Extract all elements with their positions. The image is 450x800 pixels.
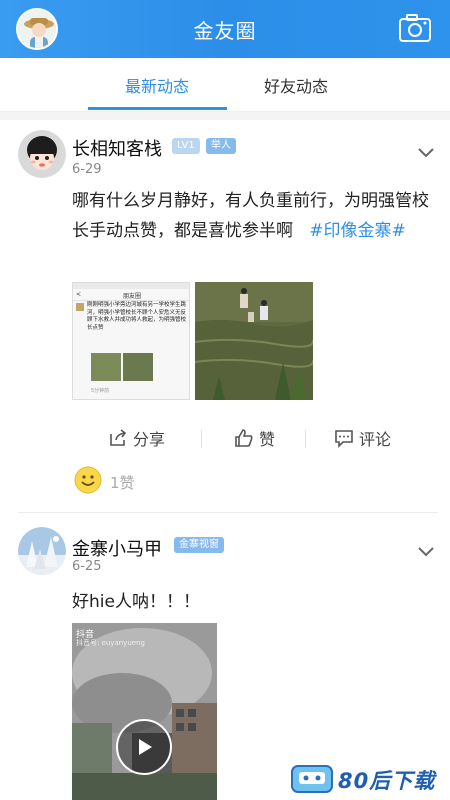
like-button[interactable]: 赞 xyxy=(234,420,275,456)
share-label: 分享 xyxy=(133,430,166,449)
smile-emoji-icon xyxy=(74,466,102,494)
screenshot-header: 朋友圈 xyxy=(122,293,141,300)
title-badge: 金寨视窗 xyxy=(174,537,224,553)
chevron-down-icon[interactable] xyxy=(416,144,436,158)
comment-label: 评论 xyxy=(359,430,392,449)
active-tab-indicator xyxy=(88,107,227,110)
user-avatar[interactable] xyxy=(16,8,58,50)
tiktok-account: 抖音号: ouyanyueng xyxy=(76,639,145,647)
post-author-name[interactable]: 长相知客栈 xyxy=(72,135,162,161)
chevron-down-icon[interactable] xyxy=(416,543,436,557)
play-icon[interactable] xyxy=(116,719,172,775)
tab-bar: 最新动态 好友动态 xyxy=(0,58,450,112)
likes-row: 1赞 xyxy=(0,462,450,502)
camera-icon[interactable] xyxy=(398,12,432,44)
like-label: 赞 xyxy=(259,430,276,449)
share-icon xyxy=(110,429,127,446)
back-icon: < xyxy=(76,291,82,298)
post-body: 哪有什么岁月静好，有人负重前行，为明强管校长手动点赞，都是喜忧参半啊 #印像金寨… xyxy=(72,186,434,246)
app-title: 金友圈 xyxy=(193,18,257,43)
thumbs-up-icon xyxy=(235,429,253,447)
post-author-avatar[interactable] xyxy=(18,527,66,575)
tab-latest[interactable]: 最新动态 xyxy=(87,58,227,112)
likes-count[interactable]: 1赞 xyxy=(110,472,135,493)
divider xyxy=(305,430,306,448)
watermark-text: 80后下载 xyxy=(338,769,436,793)
title-badge: 举人 xyxy=(206,138,236,154)
screenshot-footer: 5分钟前 xyxy=(91,388,110,394)
post-text: 好hie人呐！！！ xyxy=(72,592,200,612)
post-actions: 分享 赞 评论 xyxy=(0,420,450,456)
level-badge: LV1 xyxy=(172,138,200,154)
post-date: 6-25 xyxy=(72,559,102,574)
screenshot-content: 刚刚明强小学旁边河城有另一学校学生跳河，明强小学管校长不顾个人安危义无反顾下水救… xyxy=(87,302,187,331)
post-author-avatar[interactable] xyxy=(18,130,66,178)
divider xyxy=(201,430,202,448)
post-hashtag[interactable]: #印像金寨# xyxy=(309,221,406,241)
post-date: 6-29 xyxy=(72,162,102,177)
tab-friends[interactable]: 好友动态 xyxy=(226,58,366,112)
comment-button[interactable]: 评论 xyxy=(334,420,391,456)
flood-photo[interactable] xyxy=(195,282,313,400)
feed-post: 金寨小马甲 金寨视窗 6-25 好hie人呐！！！ xyxy=(0,515,450,800)
section-gap xyxy=(0,112,450,120)
top-bar: 金友圈 xyxy=(0,0,450,58)
comment-icon xyxy=(335,430,353,448)
post-image-screenshot[interactable]: 朋友圈 < 刚刚明强小学旁边河城有另一学校学生跳河，明强小学管校长不顾个人安危义… xyxy=(72,282,190,400)
share-button[interactable]: 分享 xyxy=(108,420,165,456)
post-author-name[interactable]: 金寨小马甲 xyxy=(72,535,162,561)
post-separator xyxy=(18,512,438,513)
